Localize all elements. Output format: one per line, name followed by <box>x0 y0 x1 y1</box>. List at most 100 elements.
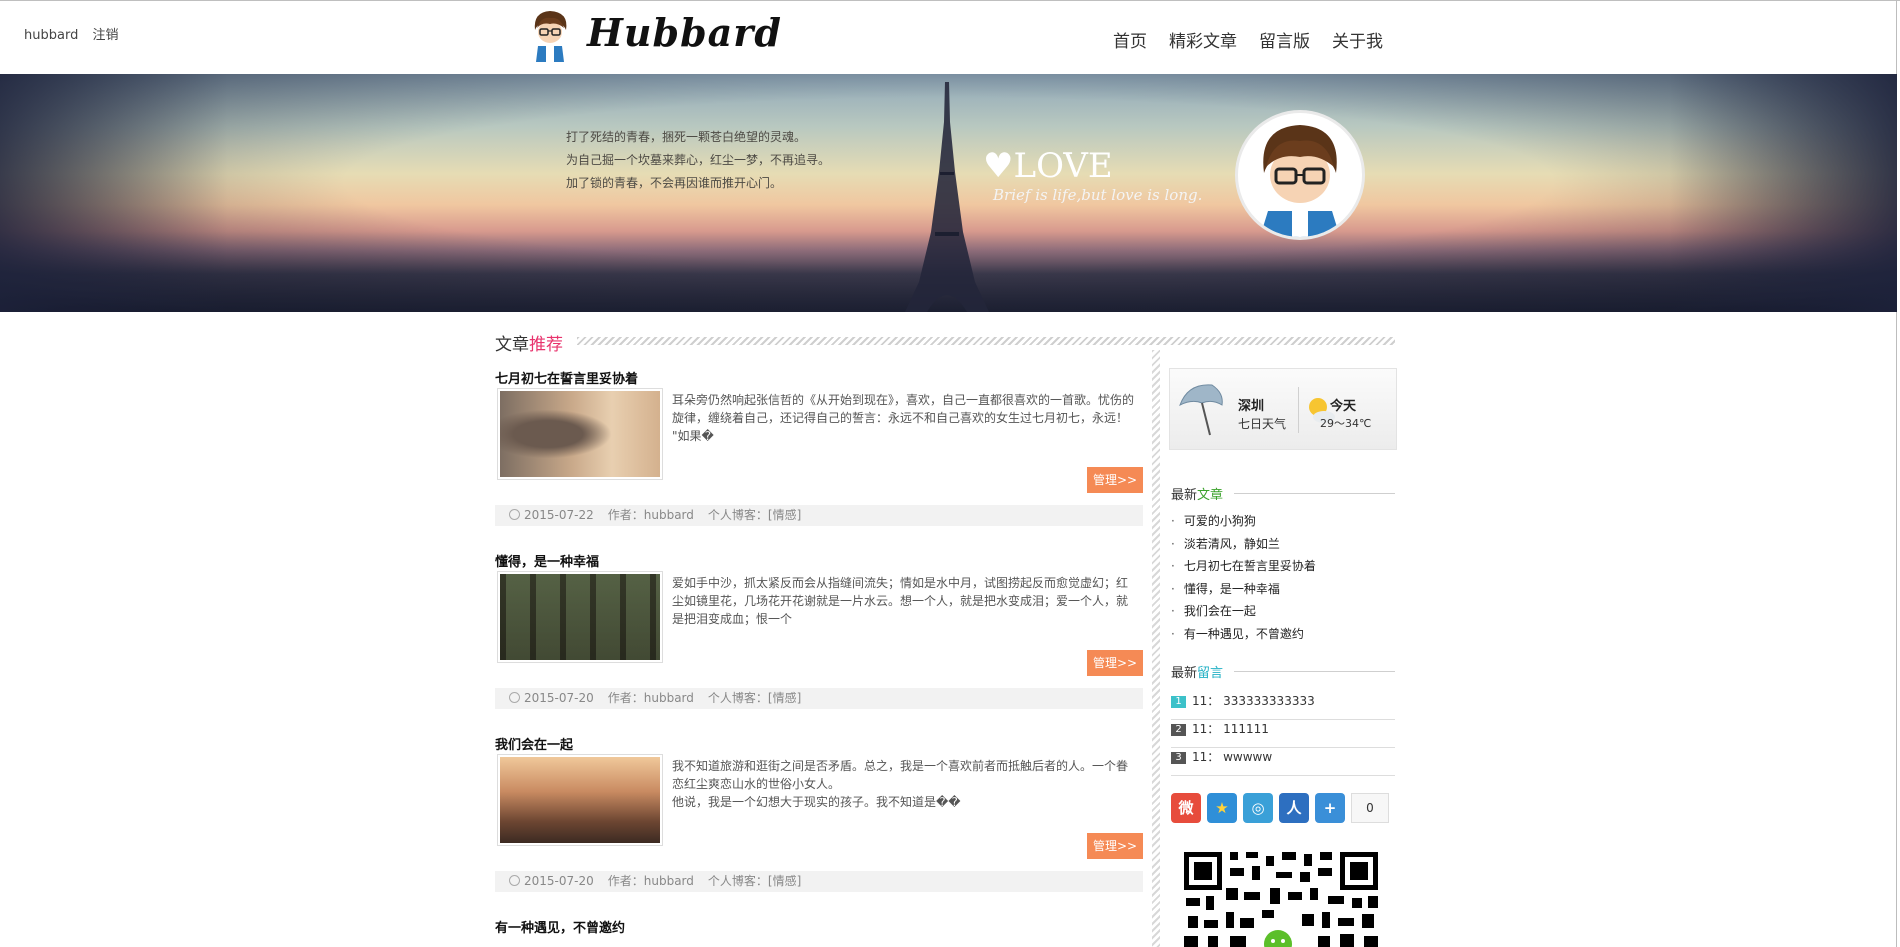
latest-articles-heading-a: 最新 <box>1171 488 1198 503</box>
latest-article-link[interactable]: 有一种遇见，不曾邀约 <box>1171 623 1316 646</box>
article-title[interactable]: 有一种遇见，不曾邀约 <box>495 917 625 936</box>
latest-articles-heading: 最新文章 <box>1171 484 1223 503</box>
nav-about[interactable]: 关于我 <box>1332 27 1383 52</box>
logout-link[interactable]: 注销 <box>92 28 118 43</box>
latest-article-link[interactable]: 懂得，是一种幸福 <box>1171 578 1316 601</box>
article-author[interactable]: 作者：hubbard <box>608 691 694 705</box>
weibo-share-icon[interactable]: 微 <box>1171 793 1201 823</box>
article-card: 我们会在一起 我不知道旅游和逛街之间是否矛盾。总之，我是一个喜欢前者而抵触后者的… <box>495 734 1143 917</box>
article-blog[interactable]: 个人博客：[情感] <box>708 874 801 888</box>
article-blog[interactable]: 个人博客：[情感] <box>708 508 801 522</box>
weather-separator <box>1298 387 1299 433</box>
article-meta: 2015-07-20 作者：hubbard 个人博客：[情感] <box>495 688 1143 709</box>
message-text: 111111 <box>1223 722 1269 736</box>
message-text: 333333333333 <box>1223 694 1315 708</box>
section-title: 文章推荐 <box>495 330 563 355</box>
article-blog[interactable]: 个人博客：[情感] <box>708 691 801 705</box>
article-author[interactable]: 作者：hubbard <box>608 508 694 522</box>
latest-articles-heading-b: 文章 <box>1197 488 1224 503</box>
article-meta: 2015-07-22 作者：hubbard 个人博客：[情感] <box>495 505 1143 526</box>
latest-messages-heading-a: 最新 <box>1171 666 1198 681</box>
section-stripe <box>577 337 1395 345</box>
poem-line: 加了锁的青春，不会再因谁而推开心门。 <box>566 176 783 190</box>
share-bar: 微 ★ ◎ 人 + 0 <box>1171 793 1389 823</box>
umbrella-icon <box>1179 384 1223 436</box>
poem-line: 为自己掘一个坎墓来葬心，红尘一梦，不再追寻。 <box>566 153 831 167</box>
qzone-share-icon[interactable]: ★ <box>1207 793 1237 823</box>
message-number: 1 <box>1171 696 1186 708</box>
nav-articles[interactable]: 精彩文章 <box>1169 27 1237 52</box>
weather-today: 今天 <box>1330 399 1357 414</box>
banner-poem: 打了死结的青春，捆死一颗苍白绝望的灵魂。 为自己掘一个坎墓来葬心，红尘一梦，不再… <box>566 126 830 195</box>
section-title-b: 推荐 <box>529 335 563 355</box>
message-number: 2 <box>1171 724 1186 736</box>
clock-icon <box>509 509 520 520</box>
latest-messages-heading-b: 留言 <box>1197 666 1224 681</box>
main-nav: 首页 精彩文章 留言版 关于我 <box>1113 27 1405 52</box>
tencent-weibo-share-icon[interactable]: ◎ <box>1243 793 1273 823</box>
article-date: 2015-07-20 <box>524 874 594 888</box>
more-share-icon[interactable]: + <box>1315 793 1345 823</box>
weather-city: 深圳 <box>1238 399 1265 414</box>
manage-button[interactable]: 管理>> <box>1087 833 1143 859</box>
message-item[interactable]: 1 11： 333333333333 <box>1171 692 1395 720</box>
column-divider <box>1152 350 1160 947</box>
weather-widget[interactable]: 深圳 七日天气 今天 29～34℃ <box>1169 368 1397 450</box>
message-item[interactable]: 3 11： wwwww <box>1171 748 1395 776</box>
article-thumbnail[interactable] <box>497 388 663 480</box>
heading-line <box>1234 671 1395 672</box>
article-card: 有一种遇见，不曾邀约 <box>495 917 1143 947</box>
article-excerpt: 耳朵旁仍然响起张信哲的《从开始到现在》，喜欢，自己一直都很喜欢的一首歌。忧伤的旋… <box>672 393 1135 443</box>
latest-article-link[interactable]: 可爱的小狗狗 <box>1171 510 1316 533</box>
manage-button[interactable]: 管理>> <box>1087 650 1143 676</box>
heading-line <box>1234 493 1395 494</box>
article-card: 七月初七在誓言里妥协着 耳朵旁仍然响起张信哲的《从开始到现在》，喜欢，自己一直都… <box>495 368 1143 551</box>
banner-avatar <box>1235 110 1365 240</box>
article-title[interactable]: 七月初七在誓言里妥协着 <box>495 368 638 387</box>
article-photo <box>500 757 660 843</box>
latest-articles-list: 可爱的小狗狗 淡若清风，静如兰 七月初七在誓言里妥协着 懂得，是一种幸福 我们会… <box>1171 510 1316 645</box>
eiffel-tower-icon <box>905 82 989 312</box>
latest-article-link[interactable]: 我们会在一起 <box>1171 600 1316 623</box>
manage-button[interactable]: 管理>> <box>1087 467 1143 493</box>
clock-icon <box>509 692 520 703</box>
nav-home[interactable]: 首页 <box>1113 27 1147 52</box>
qr-code-icon <box>1182 848 1380 947</box>
love-title-text: LOVE <box>1013 146 1113 186</box>
weather-temp: 29～34℃ <box>1320 417 1372 430</box>
renren-share-icon[interactable]: 人 <box>1279 793 1309 823</box>
article-title[interactable]: 懂得，是一种幸福 <box>495 551 599 570</box>
message-text: wwwww <box>1223 750 1273 764</box>
article-thumbnail[interactable] <box>497 754 663 846</box>
message-user: 11： <box>1192 750 1220 764</box>
message-user: 11： <box>1192 694 1220 708</box>
article-title[interactable]: 我们会在一起 <box>495 734 573 753</box>
article-date: 2015-07-22 <box>524 508 594 522</box>
message-number: 3 <box>1171 752 1186 764</box>
article-author[interactable]: 作者：hubbard <box>608 874 694 888</box>
top-border <box>0 0 1900 1</box>
site-logo-text[interactable]: Hubbard <box>587 10 782 55</box>
love-subtitle: Brief is life,but love is long. <box>993 186 1203 204</box>
section-title-a: 文章 <box>495 335 529 355</box>
love-title: ♥LOVE <box>983 146 1113 186</box>
article-thumbnail[interactable] <box>497 571 663 663</box>
message-item[interactable]: 2 11： 111111 <box>1171 720 1395 748</box>
nav-guestbook[interactable]: 留言版 <box>1259 27 1310 52</box>
logo-avatar-icon[interactable] <box>527 8 573 64</box>
clock-icon <box>509 875 520 886</box>
user-link[interactable]: hubbard <box>24 28 78 43</box>
article-date: 2015-07-20 <box>524 691 594 705</box>
share-count: 0 <box>1351 793 1389 823</box>
poem-line: 打了死结的青春，捆死一颗苍白绝望的灵魂。 <box>566 130 807 144</box>
article-meta: 2015-07-20 作者：hubbard 个人博客：[情感] <box>495 871 1143 892</box>
hero-banner: 打了死结的青春，捆死一颗苍白绝望的灵魂。 为自己掘一个坎墓来葬心，红尘一梦，不再… <box>0 74 1897 312</box>
article-excerpt: 爱如手中沙，抓太紧反而会从指缝间流失；情如是水中月，试图捞起反而愈觉虚幻；红尘如… <box>672 576 1129 626</box>
heart-icon: ♥ <box>983 146 1014 186</box>
latest-article-link[interactable]: 淡若清风，静如兰 <box>1171 533 1316 556</box>
latest-messages-heading: 最新留言 <box>1171 662 1223 681</box>
weather-sub: 七日天气 <box>1238 417 1287 431</box>
latest-article-link[interactable]: 七月初七在誓言里妥协着 <box>1171 555 1316 578</box>
article-card: 懂得，是一种幸福 爱如手中沙，抓太紧反而会从指缝间流失；情如是水中月，试图捞起反… <box>495 551 1143 734</box>
article-photo <box>500 391 660 477</box>
